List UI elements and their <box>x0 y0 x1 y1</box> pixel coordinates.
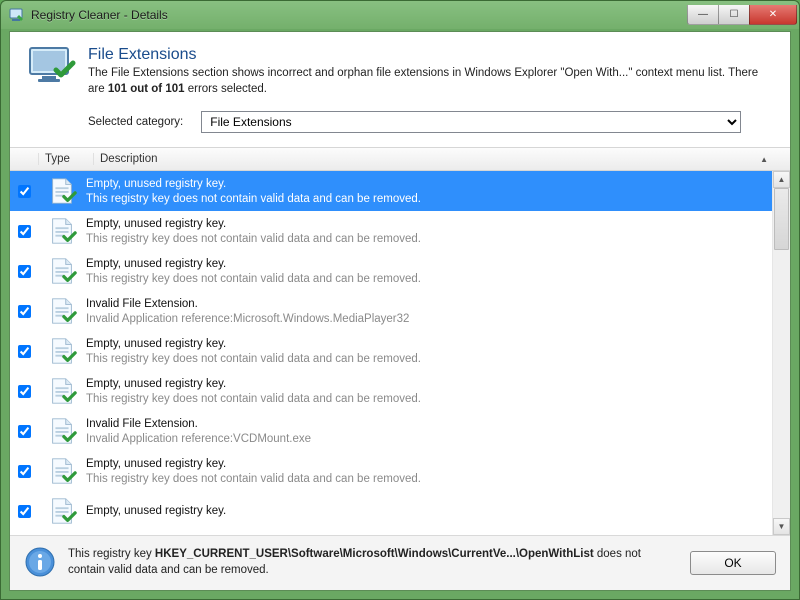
row-checkbox[interactable] <box>18 345 31 358</box>
row-subtitle: This registry key does not contain valid… <box>86 392 772 408</box>
section-heading: File Extensions <box>88 46 772 64</box>
scroll-track[interactable] <box>773 188 790 518</box>
results-list[interactable]: Empty, unused registry key. This registr… <box>10 171 772 535</box>
row-subtitle: This registry key does not contain valid… <box>86 192 772 208</box>
monitor-check-icon <box>28 46 76 86</box>
table-row[interactable]: Empty, unused registry key. This registr… <box>10 451 772 491</box>
file-check-icon <box>38 176 86 206</box>
column-description[interactable]: Description <box>93 153 760 165</box>
table-row[interactable]: Empty, unused registry key. This registr… <box>10 171 772 211</box>
column-type[interactable]: Type <box>38 153 93 165</box>
row-title: Empty, unused registry key. <box>86 457 772 473</box>
row-subtitle: This registry key does not contain valid… <box>86 352 772 368</box>
file-check-icon <box>38 416 86 446</box>
category-select[interactable]: File Extensions <box>201 111 741 133</box>
row-checkbox[interactable] <box>18 425 31 438</box>
footer-bar: This registry key HKEY_CURRENT_USER\Soft… <box>10 535 790 590</box>
table-row[interactable]: Invalid File Extension. Invalid Applicat… <box>10 291 772 331</box>
info-icon <box>24 546 56 581</box>
client-area: File Extensions The File Extensions sect… <box>9 31 791 591</box>
scroll-up-button[interactable]: ▲ <box>773 171 790 188</box>
titlebar[interactable]: Registry Cleaner - Details — ☐ ✕ <box>1 1 799 29</box>
row-title: Empty, unused registry key. <box>86 504 772 520</box>
scroll-down-button[interactable]: ▼ <box>773 518 790 535</box>
row-title: Empty, unused registry key. <box>86 177 772 193</box>
maximize-button[interactable]: ☐ <box>718 5 750 25</box>
table-row[interactable]: Empty, unused registry key. This registr… <box>10 331 772 371</box>
row-title: Empty, unused registry key. <box>86 337 772 353</box>
header-section: File Extensions The File Extensions sect… <box>10 32 790 147</box>
row-subtitle: This registry key does not contain valid… <box>86 472 772 488</box>
row-checkbox[interactable] <box>18 385 31 398</box>
row-title: Empty, unused registry key. <box>86 257 772 273</box>
ok-button[interactable]: OK <box>690 551 776 575</box>
list-header: Type Description ▲ <box>10 147 790 171</box>
minimize-button[interactable]: — <box>687 5 719 25</box>
table-row[interactable]: Empty, unused registry key. This registr… <box>10 371 772 411</box>
row-checkbox[interactable] <box>18 225 31 238</box>
table-row[interactable]: Invalid File Extension. Invalid Applicat… <box>10 411 772 451</box>
row-subtitle: Invalid Application reference:VCDMount.e… <box>86 432 772 448</box>
category-label: Selected category: <box>88 116 183 128</box>
row-checkbox[interactable] <box>18 305 31 318</box>
row-subtitle: Invalid Application reference:Microsoft.… <box>86 312 772 328</box>
row-checkbox[interactable] <box>18 265 31 278</box>
row-checkbox[interactable] <box>18 505 31 518</box>
window-frame: Registry Cleaner - Details — ☐ ✕ <box>0 0 800 600</box>
section-description: The File Extensions section shows incorr… <box>88 66 772 97</box>
file-check-icon <box>38 496 86 526</box>
table-row[interactable]: Empty, unused registry key. This registr… <box>10 211 772 251</box>
file-check-icon <box>38 456 86 486</box>
row-title: Empty, unused registry key. <box>86 217 772 233</box>
table-row[interactable]: Empty, unused registry key. This registr… <box>10 251 772 291</box>
row-title: Invalid File Extension. <box>86 297 772 313</box>
sort-indicator-icon: ▲ <box>760 155 768 164</box>
file-check-icon <box>38 216 86 246</box>
row-checkbox[interactable] <box>18 465 31 478</box>
file-check-icon <box>38 376 86 406</box>
row-subtitle: This registry key does not contain valid… <box>86 232 772 248</box>
window-title: Registry Cleaner - Details <box>31 8 688 22</box>
file-check-icon <box>38 256 86 286</box>
file-check-icon <box>38 296 86 326</box>
scroll-thumb[interactable] <box>774 188 789 250</box>
footer-message: This registry key HKEY_CURRENT_USER\Soft… <box>68 547 678 578</box>
row-title: Invalid File Extension. <box>86 417 772 433</box>
close-button[interactable]: ✕ <box>749 5 797 25</box>
table-row[interactable]: Empty, unused registry key. <box>10 491 772 531</box>
row-checkbox[interactable] <box>18 185 31 198</box>
row-subtitle: This registry key does not contain valid… <box>86 272 772 288</box>
file-check-icon <box>38 336 86 366</box>
caption-buttons: — ☐ ✕ <box>688 5 797 25</box>
vertical-scrollbar[interactable]: ▲ ▼ <box>772 171 790 535</box>
app-icon <box>9 7 25 23</box>
row-title: Empty, unused registry key. <box>86 377 772 393</box>
